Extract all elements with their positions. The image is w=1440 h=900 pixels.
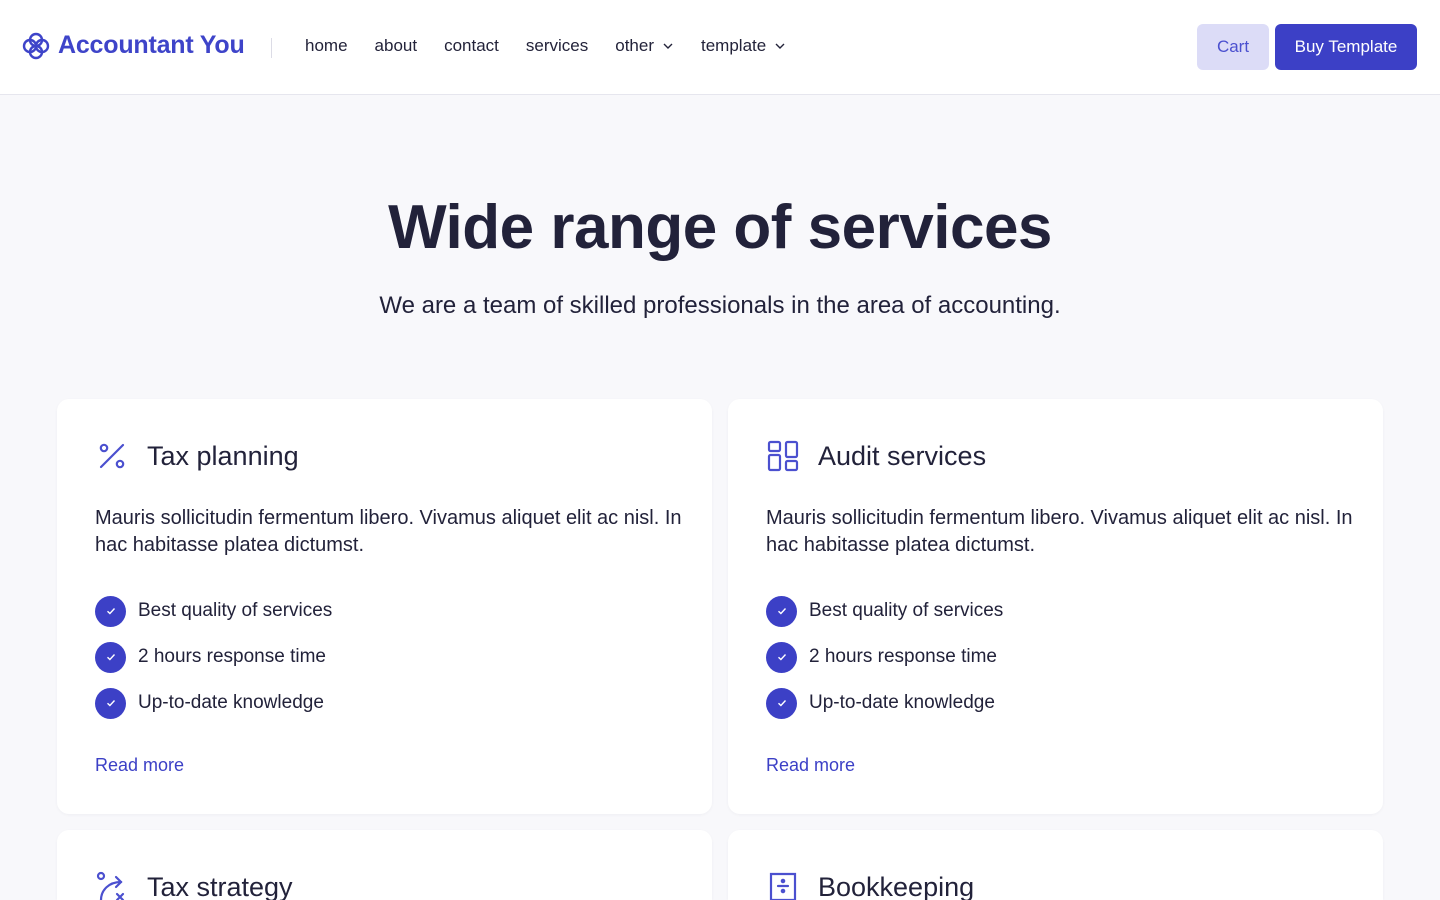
check-icon: [95, 595, 126, 627]
layout-grid-icon: [767, 440, 799, 472]
check-icon: [95, 687, 126, 719]
check-icon: [766, 687, 797, 719]
nav-template-label: template: [701, 36, 767, 55]
page-title: Wide range of services: [388, 193, 1052, 262]
ledger-divide-icon: [769, 872, 797, 900]
service-card-bookkeeping: Bookkeeping: [728, 830, 1383, 900]
brand-logo-link[interactable]: Accountant You: [22, 31, 245, 60]
nav-about[interactable]: about: [375, 36, 418, 56]
nav-other-label: other: [615, 36, 654, 55]
card-title: Tax strategy: [147, 871, 293, 900]
percent-icon: [99, 443, 125, 469]
nav-home[interactable]: home: [305, 36, 348, 56]
header-divider: [271, 38, 272, 58]
card-title: Audit services: [818, 440, 987, 471]
chevron-down-icon: [663, 43, 673, 49]
brand-name: Accountant You: [58, 31, 245, 59]
nav-contact[interactable]: contact: [444, 36, 499, 56]
service-card-tax-planning: Tax planning Mauris sollicitudin ferment…: [57, 399, 712, 814]
card-header: Tax planning: [95, 439, 299, 473]
list-item: Up-to-date knowledge: [95, 680, 332, 726]
list-item: 2 hours response time: [95, 634, 332, 680]
list-item: Best quality of services: [95, 588, 332, 634]
buy-template-button[interactable]: Buy Template: [1275, 24, 1417, 70]
chevron-down-icon: [775, 43, 785, 49]
feature-label: 2 hours response time: [809, 646, 997, 667]
card-header: Audit services: [766, 439, 986, 473]
read-more-link[interactable]: Read more: [766, 755, 855, 776]
card-header: Tax strategy: [95, 870, 293, 900]
card-title: Tax planning: [147, 440, 299, 471]
card-description: Mauris sollicitudin fermentum libero. Vi…: [95, 507, 682, 556]
nav-other-dropdown[interactable]: other: [615, 36, 674, 56]
check-icon: [95, 641, 126, 673]
feature-label: Best quality of services: [138, 600, 333, 621]
feature-label: Best quality of services: [809, 600, 1004, 621]
nav-services-label: services: [525, 36, 589, 55]
feature-label: Up-to-date knowledge: [138, 692, 324, 713]
list-item: 2 hours response time: [766, 634, 1003, 680]
nav-about-label: about: [374, 36, 418, 55]
service-card-tax-strategy: Tax strategy: [57, 830, 712, 900]
strategy-route-icon: [96, 871, 125, 900]
feature-label: Up-to-date knowledge: [809, 692, 995, 713]
list-item: Up-to-date knowledge: [766, 680, 1003, 726]
site-header: Accountant You home about contact servic…: [0, 0, 1440, 95]
nav-template-dropdown[interactable]: template: [701, 36, 786, 56]
list-item: Best quality of services: [766, 588, 1003, 634]
cart-button[interactable]: Cart: [1197, 24, 1269, 70]
card-header: Bookkeeping: [766, 870, 974, 900]
read-more-link[interactable]: Read more: [95, 755, 184, 776]
nav-services[interactable]: services: [526, 36, 588, 56]
card-title: Bookkeeping: [818, 871, 975, 900]
feature-list: Best quality of services 2 hours respons…: [95, 588, 332, 726]
flower-logo-icon: [22, 32, 50, 59]
check-icon: [766, 595, 797, 627]
nav-contact-label: contact: [444, 36, 499, 55]
nav-home-label: home: [305, 36, 348, 55]
service-card-audit-services: Audit services Mauris sollicitudin ferme…: [728, 399, 1383, 814]
feature-list: Best quality of services 2 hours respons…: [766, 588, 1003, 726]
main-nav: home about contact services other templa…: [305, 36, 786, 56]
feature-label: 2 hours response time: [138, 646, 326, 667]
card-description: Mauris sollicitudin fermentum libero. Vi…: [766, 507, 1353, 556]
check-icon: [766, 641, 797, 673]
page-subtitle: We are a team of skilled professionals i…: [379, 292, 1061, 319]
